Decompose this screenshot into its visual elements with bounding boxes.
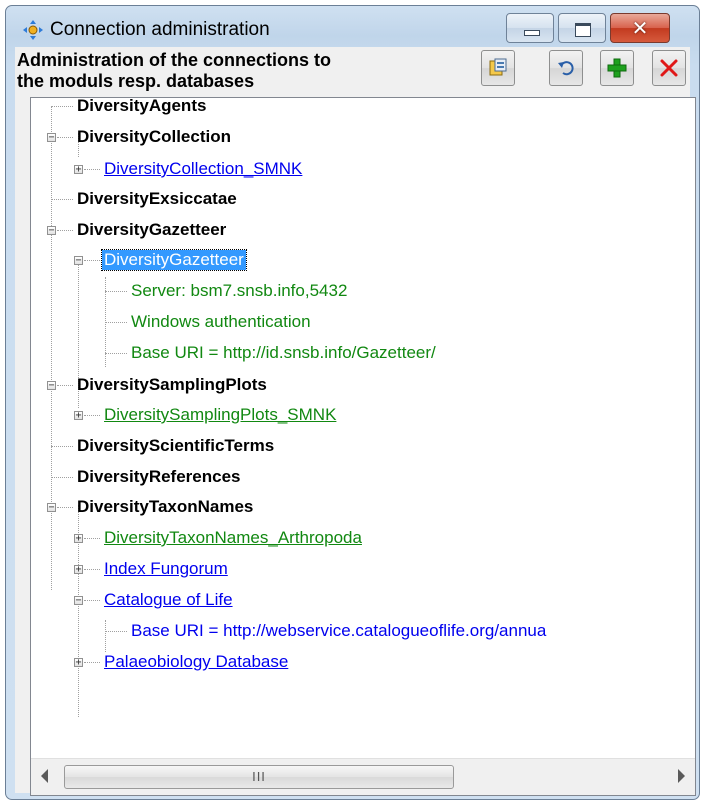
tree-node-diversityagents[interactable]: DiversityAgents — [75, 98, 208, 116]
maximize-button[interactable] — [558, 13, 606, 43]
tree-node-server[interactable]: Server: bsm7.snsb.info,5432 — [129, 281, 349, 301]
title-bar[interactable]: Connection administration ✕ — [6, 6, 699, 50]
minimize-button[interactable] — [506, 13, 554, 43]
copy-connection-button[interactable] — [481, 50, 515, 86]
collapse-icon[interactable]: − — [47, 381, 56, 391]
expand-icon[interactable]: + — [74, 658, 83, 668]
tree-connector — [57, 230, 73, 231]
maximize-icon — [575, 23, 591, 37]
expand-icon[interactable]: + — [74, 411, 83, 421]
tree-node-diversityreferences[interactable]: DiversityReferences — [75, 467, 242, 487]
tree-connector — [105, 620, 106, 652]
undo-button[interactable] — [549, 50, 583, 86]
tree-node-diversitygazetteer[interactable]: DiversityGazetteer — [75, 220, 228, 240]
tree-connector — [84, 415, 100, 416]
tree-connector — [51, 106, 52, 590]
close-window-button[interactable]: ✕ — [610, 13, 670, 43]
tree-connector — [51, 199, 73, 200]
collapse-icon[interactable]: − — [74, 256, 83, 266]
collapse-icon[interactable]: − — [74, 596, 83, 606]
tree-node-diversitycollection-smnk[interactable]: DiversityCollection_SMNK — [102, 159, 304, 179]
tree-view[interactable]: DiversityAgents − DiversityCollection + … — [31, 98, 695, 758]
tree-node-col-base-uri[interactable]: Base URI = http://webservice.catalogueof… — [129, 621, 548, 641]
tree-node-diversitygazetteer-connection[interactable]: DiversityGazetteer — [101, 249, 247, 271]
tree-connector — [51, 477, 73, 478]
tree-node-diversitytaxonnames-arthropoda[interactable]: DiversityTaxonNames_Arthropoda — [102, 528, 364, 548]
tree-node-diversityexsiccatae[interactable]: DiversityExsiccatae — [75, 189, 239, 209]
minimize-icon — [524, 30, 540, 36]
scroll-left-icon[interactable] — [41, 769, 48, 783]
collapse-icon[interactable]: − — [47, 226, 56, 236]
remove-connection-button[interactable] — [652, 50, 686, 86]
scroll-right-icon[interactable] — [678, 769, 685, 783]
tree-node-diversityscientificterms[interactable]: DiversityScientificTerms — [75, 436, 276, 456]
tree-connector — [51, 446, 73, 447]
tree-connector — [84, 260, 100, 261]
tree-connector — [84, 662, 100, 663]
tree-node-authentication[interactable]: Windows authentication — [129, 312, 313, 332]
connection-administration-window: Connection administration ✕ Administrati… — [5, 5, 700, 800]
scrollbar-grip: III — [252, 769, 266, 784]
tree-connector — [57, 385, 73, 386]
tree-connector — [57, 137, 73, 138]
collapse-icon[interactable]: − — [47, 503, 56, 513]
tree-node-diversitysamplingplots[interactable]: DiversitySamplingPlots — [75, 375, 269, 395]
close-icon: ✕ — [631, 16, 649, 40]
tree-connector — [57, 507, 73, 508]
tree-connector — [51, 106, 73, 107]
collapse-icon[interactable]: − — [47, 133, 56, 143]
expand-icon[interactable]: + — [74, 565, 83, 575]
connection-tree[interactable]: DiversityAgents − DiversityCollection + … — [30, 97, 696, 796]
tree-node-catalogue-of-life[interactable]: Catalogue of Life — [102, 590, 235, 610]
tree-connector — [84, 569, 100, 570]
tree-node-diversitysamplingplots-smnk[interactable]: DiversitySamplingPlots_SMNK — [102, 405, 338, 425]
header-description: Administration of the connections to the… — [17, 50, 331, 91]
tree-node-diversitytaxonnames[interactable]: DiversityTaxonNames — [75, 497, 255, 517]
tree-connector — [84, 169, 100, 170]
tree-node-base-uri[interactable]: Base URI = http://id.snsb.info/Gazetteer… — [129, 343, 438, 363]
database-copy-icon — [489, 58, 507, 76]
horizontal-scrollbar[interactable]: III — [31, 758, 695, 795]
tree-connector — [105, 322, 127, 323]
tree-connector — [105, 353, 127, 354]
close-red-icon — [660, 59, 678, 77]
undo-icon — [558, 61, 574, 76]
window-title: Connection administration — [50, 19, 270, 40]
expand-icon[interactable]: + — [74, 534, 83, 544]
tree-connector — [84, 600, 100, 601]
plus-icon — [607, 58, 627, 78]
tree-connector — [105, 291, 127, 292]
tree-connector — [105, 631, 127, 632]
tree-node-palaeobiology-database[interactable]: Palaeobiology Database — [102, 652, 290, 672]
expand-icon[interactable]: + — [74, 165, 83, 175]
tree-node-index-fungorum[interactable]: Index Fungorum — [102, 559, 230, 579]
scrollbar-thumb[interactable]: III — [64, 765, 454, 789]
connection-gear-icon — [23, 20, 43, 40]
add-connection-button[interactable] — [600, 50, 634, 86]
tree-connector — [84, 538, 100, 539]
tree-node-diversitycollection[interactable]: DiversityCollection — [75, 127, 233, 147]
